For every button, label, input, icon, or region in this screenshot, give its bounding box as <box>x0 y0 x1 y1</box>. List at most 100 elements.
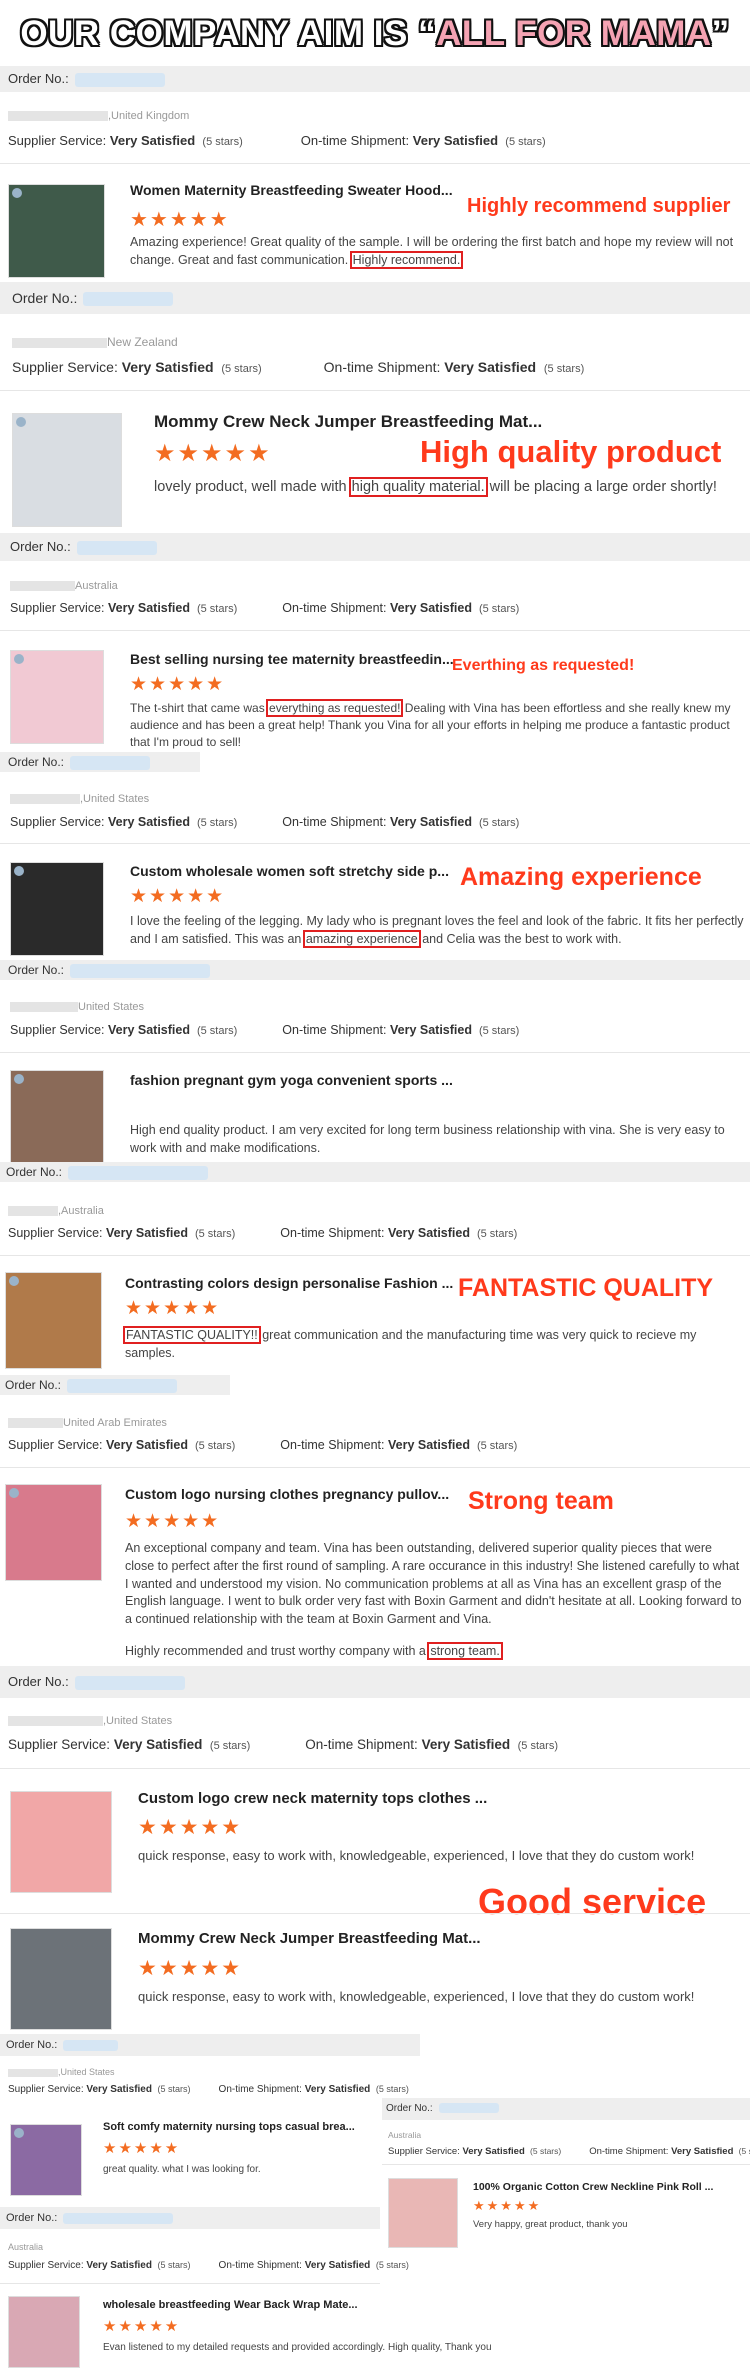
review-text: High end quality product. I am very exci… <box>130 1123 725 1155</box>
reviewer-location: Australia <box>388 2130 422 2140</box>
rating-row: Supplier Service: Very Satisfied (5 star… <box>8 2260 409 2271</box>
callout-label: Strong team <box>468 1487 614 1515</box>
reviewer-location: ,Australia <box>8 1205 104 1217</box>
order-number-row: Order No.: <box>0 282 750 314</box>
callout-label: Amazing experience <box>460 863 702 891</box>
star-rating: ★★★★★ <box>154 440 272 467</box>
reviewer-location: ,United States <box>8 2067 115 2077</box>
rating-row: Supplier Service: Very Satisfied (5 star… <box>10 815 520 829</box>
star-rating: ★★★★★ <box>125 1298 221 1319</box>
review-text: Evan listened to my detailed requests an… <box>103 2342 492 2353</box>
badge-icon <box>12 188 22 198</box>
reviewer-location: ,United States <box>10 793 149 805</box>
review-text: quick response, easy to work with, knowl… <box>138 1989 695 2004</box>
divider <box>0 1255 750 1256</box>
star-rating: ★★★★★ <box>473 2198 542 2213</box>
review-text: Highly recommended and trust worthy comp… <box>125 1642 503 1660</box>
highlight-box: FANTASTIC QUALITY!! <box>123 1326 261 1344</box>
star-rating: ★★★★★ <box>130 886 226 907</box>
callout-label: Good service <box>478 1881 707 1922</box>
product-title[interactable]: fashion pregnant gym yoga convenient spo… <box>130 1072 453 1088</box>
rating-row: Supplier Service: Very Satisfied (5 star… <box>12 359 585 375</box>
star-rating: ★★★★★ <box>130 209 230 231</box>
reviewer-location: United Arab Emirates <box>8 1417 167 1429</box>
badge-icon <box>14 2128 24 2138</box>
order-number-row: Order No.: <box>0 960 750 980</box>
divider <box>0 390 750 391</box>
product-thumbnail[interactable] <box>5 1272 102 1369</box>
reviewer-location: Australia <box>10 580 118 592</box>
divider <box>0 163 750 164</box>
review-text: FANTASTIC QUALITY!! great communication … <box>123 1326 697 1360</box>
badge-icon <box>14 1074 24 1084</box>
product-thumbnail[interactable] <box>10 650 104 744</box>
badge-icon <box>9 1276 19 1286</box>
product-title[interactable]: wholesale breastfeeding Wear Back Wrap M… <box>103 2299 358 2311</box>
divider <box>0 1467 750 1468</box>
banner-title: OUR COMPANY AIM IS “ALL FOR MAMA” <box>20 14 730 53</box>
product-title[interactable]: Soft comfy maternity nursing tops casual… <box>103 2121 355 2133</box>
badge-icon <box>14 866 24 876</box>
callout-label: FANTASTIC QUALITY <box>458 1274 714 1302</box>
product-title[interactable]: Contrasting colors design personalise Fa… <box>125 1275 453 1291</box>
divider <box>0 1913 750 1914</box>
star-rating: ★★★★★ <box>103 2318 181 2335</box>
divider <box>0 843 750 844</box>
banner-highlight: ALL FOR MAMA <box>436 14 712 53</box>
reviewer-location: Australia <box>8 2242 44 2252</box>
star-rating: ★★★★★ <box>103 2140 181 2157</box>
divider <box>382 2164 750 2165</box>
highlight-box: strong team. <box>427 1642 503 1660</box>
product-thumbnail[interactable] <box>12 413 122 527</box>
rating-row: Supplier Service: Very Satisfied (5 star… <box>8 1226 518 1240</box>
divider <box>0 1768 750 1769</box>
product-title[interactable]: Custom logo crew neck maternity tops clo… <box>138 1790 487 1807</box>
product-thumbnail[interactable] <box>388 2178 458 2248</box>
star-rating: ★★★★★ <box>125 1511 221 1532</box>
order-number-row: Order No.: <box>0 533 750 561</box>
highlight-box: everything as requested! <box>266 699 404 717</box>
reviewer-location: New Zealand <box>12 335 178 349</box>
rating-row: Supplier Service: Very Satisfied (5 star… <box>8 1438 518 1452</box>
highlight-box: amazing experience <box>302 929 421 948</box>
product-thumbnail[interactable] <box>10 1791 112 1893</box>
reviewer-location: ,United Kingdom <box>8 110 189 122</box>
rating-row: Supplier Service: Very Satisfied (5 star… <box>8 1737 558 1752</box>
product-title[interactable]: Women Maternity Breastfeeding Sweater Ho… <box>130 182 453 198</box>
product-title[interactable]: Mommy Crew Neck Jumper Breastfeeding Mat… <box>154 412 542 432</box>
divider <box>0 2283 380 2284</box>
reviewer-location: ,United States <box>8 1715 172 1727</box>
product-thumbnail[interactable] <box>8 2296 80 2368</box>
rating-row: Supplier Service: Very Satisfied (5 star… <box>388 2146 750 2157</box>
product-title[interactable]: 100% Organic Cotton Crew Neckline Pink R… <box>473 2181 713 2193</box>
product-title[interactable]: Custom wholesale women soft stretchy sid… <box>130 863 449 879</box>
badge-icon <box>14 654 24 664</box>
product-thumbnail[interactable] <box>10 1070 104 1164</box>
order-number-row: Order No.: <box>0 66 750 92</box>
review-text: lovely product, well made with high qual… <box>154 477 717 497</box>
rating-row: Supplier Service: Very Satisfied (5 star… <box>10 1023 520 1037</box>
product-thumbnail[interactable] <box>5 1484 102 1581</box>
review-text: The t-shirt that came was everything as … <box>130 699 731 750</box>
product-thumbnail[interactable] <box>10 2124 82 2196</box>
product-title[interactable]: Mommy Crew Neck Jumper Breastfeeding Mat… <box>138 1930 481 1947</box>
star-rating: ★★★★★ <box>130 674 226 695</box>
rating-row: Supplier Service: Very Satisfied (5 star… <box>10 601 520 615</box>
review-text: great quality. what I was looking for. <box>103 2164 261 2175</box>
product-thumbnail[interactable] <box>10 862 104 956</box>
order-number-row: Order No.: <box>0 1162 750 1182</box>
banner: OUR COMPANY AIM IS “ALL FOR MAMA” <box>0 0 750 66</box>
product-title[interactable]: Best selling nursing tee maternity breas… <box>130 651 454 667</box>
product-thumbnail[interactable] <box>8 184 105 278</box>
product-thumbnail[interactable] <box>10 1928 112 2030</box>
order-number-row: Order No.: <box>386 2098 566 2120</box>
callout-label: High quality product <box>420 434 722 469</box>
callout-label: Everthing as requested! <box>452 657 635 674</box>
star-rating: ★★★★★ <box>138 1816 243 1839</box>
review-text: quick response, easy to work with, knowl… <box>138 1848 695 1863</box>
badge-icon <box>9 1488 19 1498</box>
badge-icon <box>16 417 26 427</box>
order-number-row: Order No.: <box>0 2207 380 2229</box>
highlight-box: Highly recommend. <box>349 250 464 269</box>
product-title[interactable]: Custom logo nursing clothes pregnancy pu… <box>125 1486 449 1502</box>
